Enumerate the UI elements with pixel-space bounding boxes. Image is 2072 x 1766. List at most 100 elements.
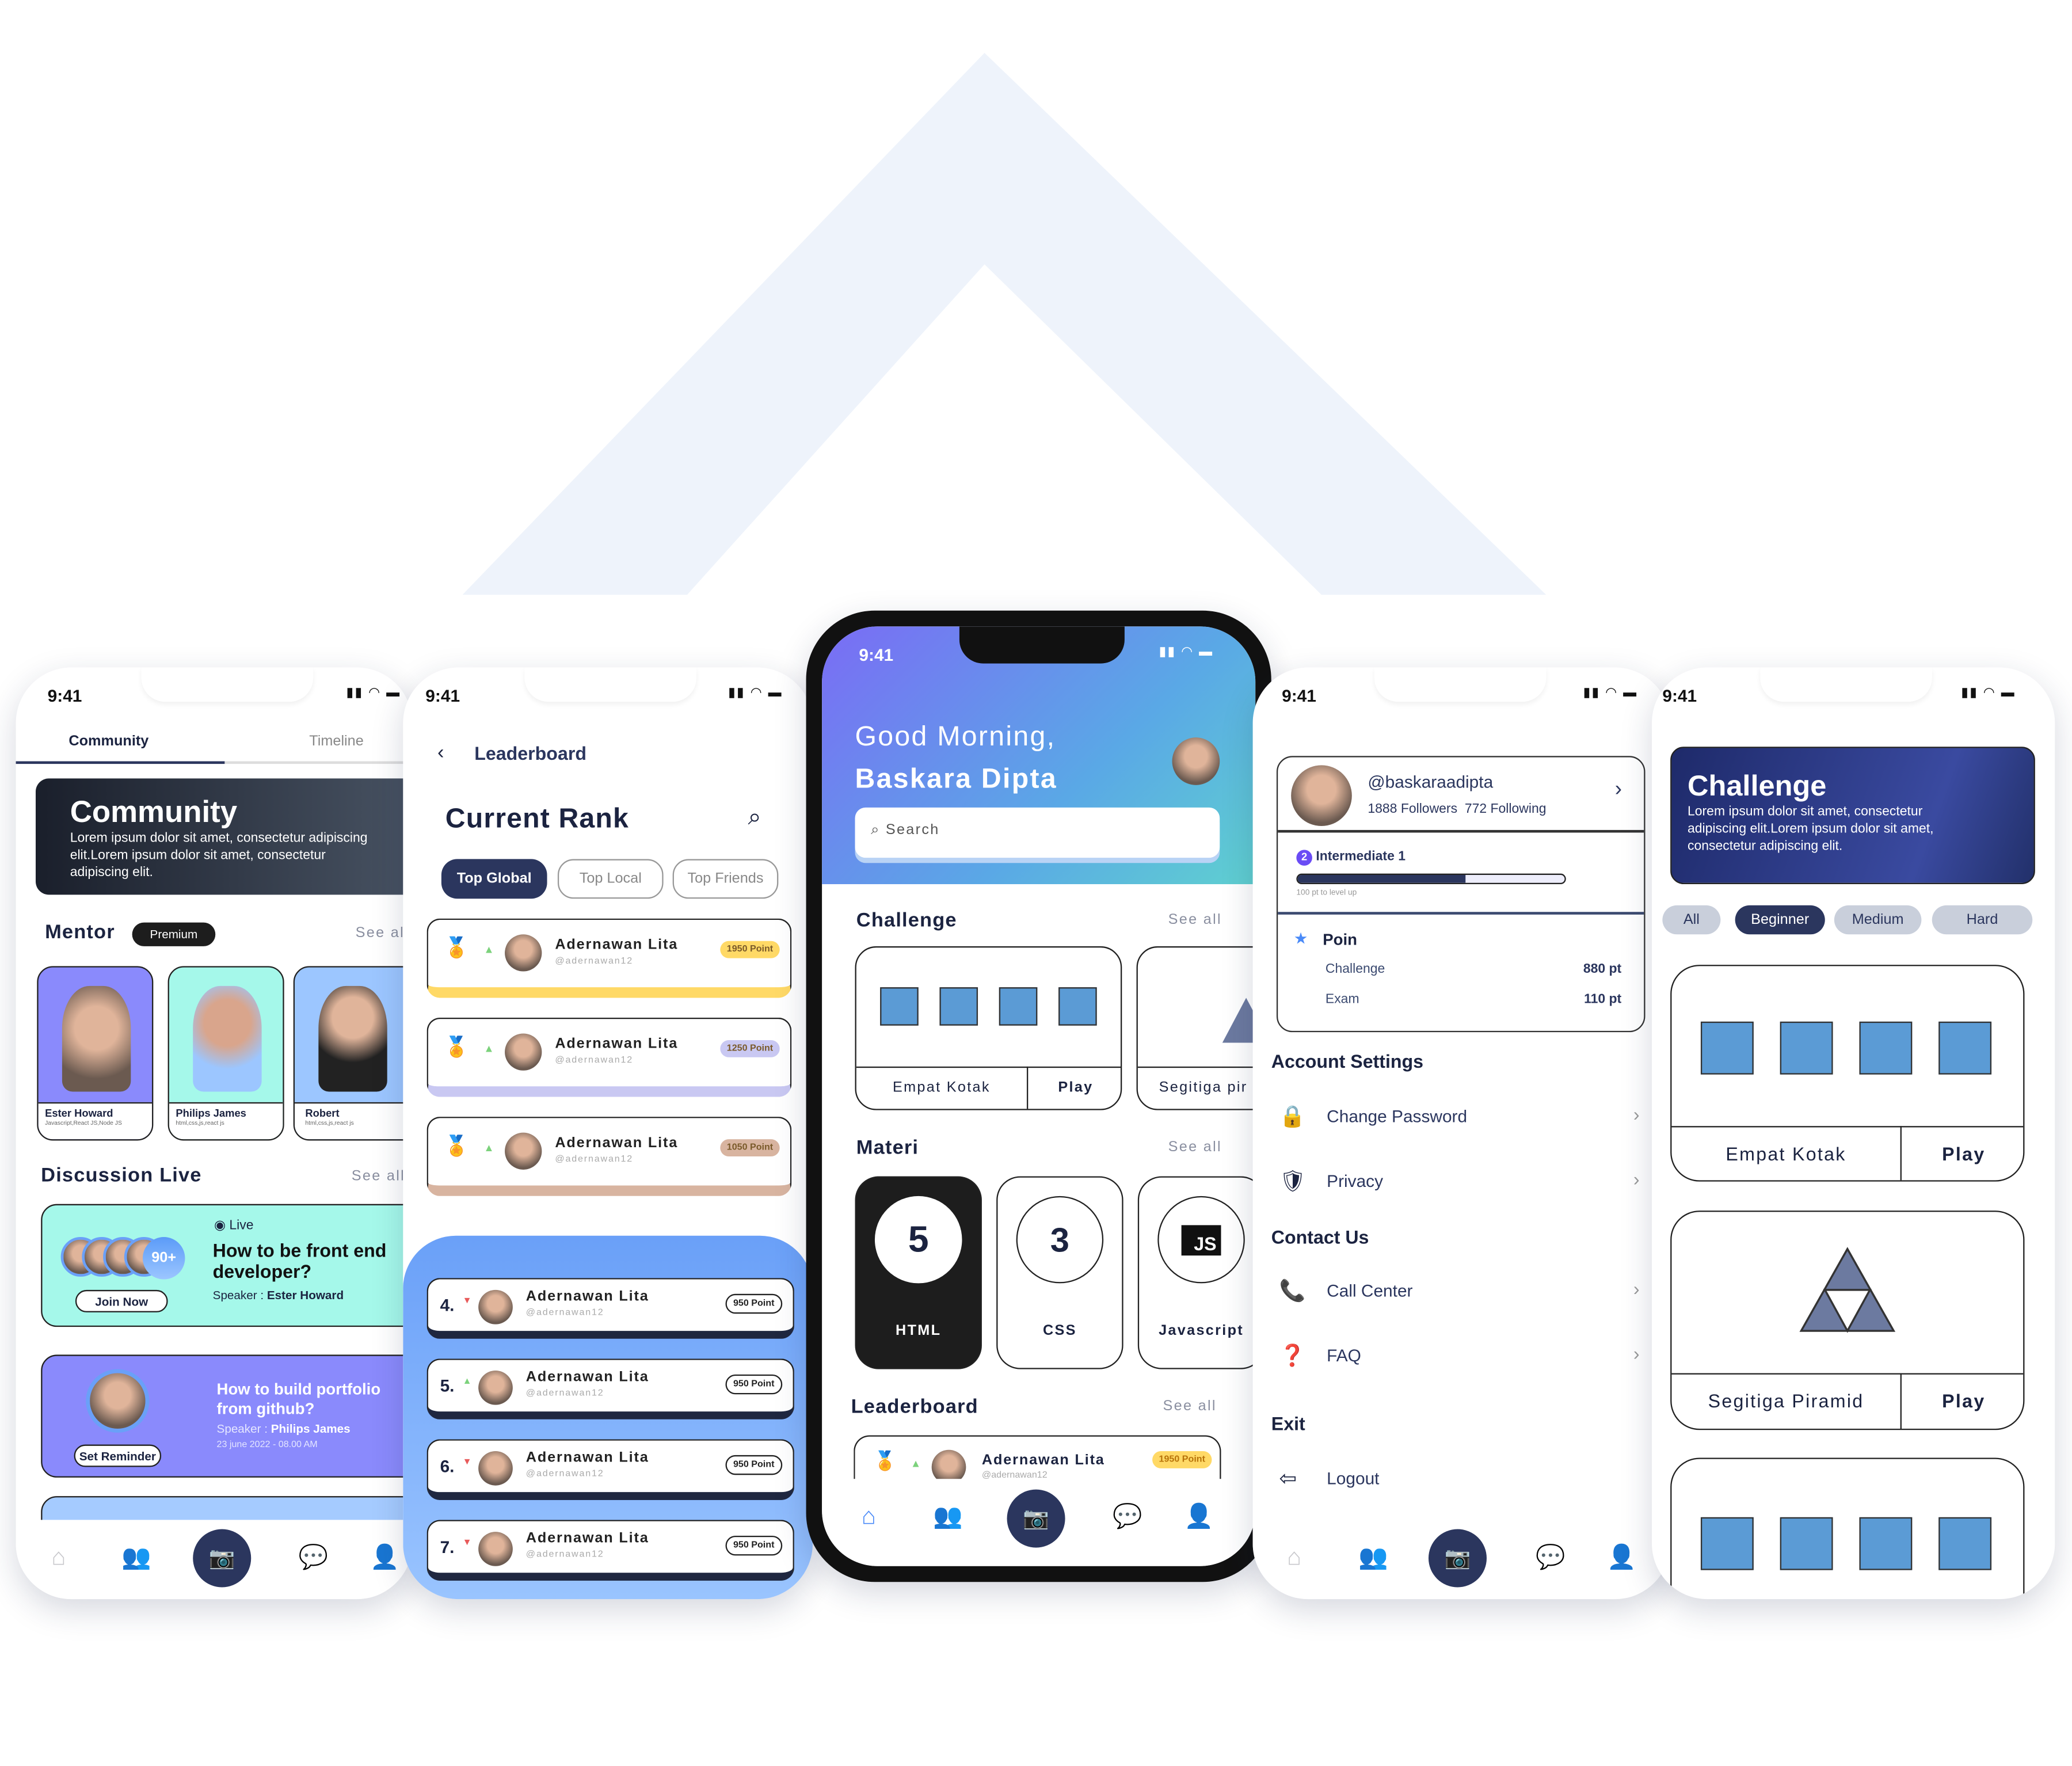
- player-name: Adernawan Lita: [555, 1036, 679, 1052]
- profile-icon[interactable]: 👤: [1607, 1544, 1636, 1571]
- leaderboard-row[interactable]: 🏅 ▲ Adernawan Lita @adernawan12 1050 Poi…: [426, 1117, 792, 1196]
- status-time: 9:41: [1282, 686, 1316, 706]
- live-discussion-card[interactable]: 90+ Join Now ◉ Live How to be front end …: [41, 1204, 413, 1327]
- call-center-item[interactable]: 📞 Call Center ›: [1279, 1278, 1650, 1304]
- mentor-skills: Javascript,React JS,Node JS: [45, 1119, 122, 1126]
- home-icon[interactable]: ⌂: [52, 1544, 66, 1571]
- play-button[interactable]: Play: [1028, 1066, 1121, 1109]
- four-squares-icon: [1700, 1517, 1992, 1570]
- avatar[interactable]: [1172, 737, 1220, 785]
- challenge-card[interactable]: Empat Kotak Play: [855, 946, 1122, 1110]
- points-badge: 950 Point: [725, 1293, 783, 1314]
- leaderboard-row[interactable]: 4. ▼ Adernawan Lita @adernawan12 950 Poi…: [426, 1278, 794, 1339]
- points-badge: 1050 Point: [720, 1139, 780, 1156]
- challenge-card[interactable]: Empat Kotak Play: [1670, 965, 2025, 1182]
- play-button[interactable]: Play: [1901, 1373, 2024, 1429]
- change-password-item[interactable]: 🔒 Change Password ›: [1279, 1103, 1650, 1130]
- filter-medium[interactable]: Medium: [1834, 905, 1922, 935]
- profile-card: @baskaraadipta 1888 Followers 772 Follow…: [1276, 756, 1646, 1033]
- leaderboard-see-all[interactable]: See all: [1163, 1398, 1216, 1414]
- challenge-see-all[interactable]: See all: [1168, 912, 1222, 928]
- leaderboard-row[interactable]: 6. ▼ Adernawan Lita @adernawan12 950 Poi…: [426, 1439, 794, 1500]
- chat-icon[interactable]: 💬: [299, 1544, 328, 1571]
- logout-item[interactable]: ⇦ Logout: [1279, 1466, 1650, 1492]
- profile-icon[interactable]: 👤: [370, 1544, 399, 1571]
- tab-top-local[interactable]: Top Local: [557, 859, 664, 899]
- filter-hard[interactable]: Hard: [1932, 905, 2033, 935]
- tab-community[interactable]: Community: [68, 733, 148, 749]
- back-icon[interactable]: ‹: [437, 741, 444, 764]
- speaker-name: Ester Howard: [266, 1288, 344, 1302]
- camera-button[interactable]: 📷: [193, 1529, 252, 1588]
- materi-see-all[interactable]: See all: [1168, 1139, 1222, 1155]
- challenge-card[interactable]: Segitiga Piramid Play: [1670, 1211, 2025, 1430]
- chevron-right-icon[interactable]: ›: [1615, 778, 1622, 802]
- challenge-card[interactable]: [1670, 1457, 2025, 1600]
- search-icon[interactable]: ⌕: [748, 804, 761, 831]
- challenge-name: Segitiga Piramid: [1671, 1373, 1902, 1429]
- level-label: Intermediate 1: [1316, 850, 1406, 865]
- chevron-right-icon: ›: [1633, 1168, 1640, 1190]
- join-now-button[interactable]: Join Now: [75, 1289, 168, 1312]
- player-name: Adernawan Lita: [525, 1530, 649, 1547]
- profile-icon[interactable]: 👤: [1184, 1503, 1213, 1531]
- chat-icon[interactable]: 💬: [1536, 1544, 1565, 1571]
- chat-icon[interactable]: 💬: [1113, 1503, 1142, 1531]
- user-name: Baskara Dipta: [855, 764, 1057, 794]
- upcoming-discussion-card[interactable]: Set Reminder How to build portfolio from…: [41, 1354, 413, 1478]
- community-icon[interactable]: 👥: [1358, 1544, 1388, 1571]
- challenge-card[interactable]: Segitiga pir: [1136, 946, 1256, 1110]
- discussion-see-all[interactable]: See all: [352, 1169, 405, 1185]
- player-name: Adernawan Lita: [555, 1135, 679, 1151]
- leader-name: Adernawan Lita: [981, 1452, 1105, 1468]
- camera-button[interactable]: 📷: [1007, 1489, 1065, 1548]
- privacy-item[interactable]: 🛡 Privacy ›: [1279, 1169, 1650, 1195]
- tab-top-friends[interactable]: Top Friends: [672, 859, 779, 899]
- points-badge: 950 Point: [725, 1374, 783, 1395]
- community-icon[interactable]: 👥: [933, 1503, 962, 1531]
- play-button[interactable]: Play: [1901, 1126, 2024, 1180]
- mentor-skills: html,css,js,react js: [305, 1119, 354, 1126]
- home-icon[interactable]: ⌂: [862, 1503, 876, 1531]
- community-icon[interactable]: 👥: [121, 1544, 151, 1571]
- discussion-title: Discussion Live: [41, 1164, 202, 1187]
- mentor-see-all[interactable]: See all: [356, 925, 409, 941]
- leaderboard-row[interactable]: 🏅 ▲ Adernawan Lita @adernawan12 1250 Poi…: [426, 1017, 792, 1097]
- rank-down-icon: ▼: [462, 1538, 472, 1548]
- mentor-card[interactable]: Philips James html,css,js,react js: [167, 966, 284, 1141]
- points-title: Poin: [1323, 930, 1357, 949]
- materi-card-html[interactable]: 5 HTML: [855, 1176, 982, 1369]
- points-badge: 1950 Point: [1152, 1451, 1212, 1468]
- mentor-card[interactable]: Robert html,css,js,react js: [293, 966, 413, 1141]
- player-handle: @adernawan12: [525, 1389, 604, 1399]
- rank-up-icon: ▲: [462, 1377, 472, 1387]
- set-reminder-button[interactable]: Set Reminder: [74, 1444, 162, 1467]
- leaderboard-row[interactable]: 🏅 ▲ Adernawan Lita @adernawan12 1950 Poi…: [426, 918, 792, 998]
- tab-timeline[interactable]: Timeline: [309, 733, 364, 749]
- medal-icon: 🏅: [444, 937, 469, 960]
- filter-beginner[interactable]: Beginner: [1735, 905, 1825, 935]
- leaderboard-row[interactable]: 5. ▲ Adernawan Lita @adernawan12 950 Poi…: [426, 1358, 794, 1419]
- signal-wifi-battery-icon: ▮▮ ◠ ▬: [346, 686, 401, 701]
- attendee-count: 90+: [142, 1237, 185, 1280]
- level-progress-bar: [1296, 873, 1566, 885]
- status-time: 9:41: [425, 686, 460, 706]
- home-icon[interactable]: ⌂: [1287, 1544, 1301, 1571]
- search-input[interactable]: ⌕ Search: [855, 807, 1220, 858]
- challenge-banner: Challenge Lorem ipsum dolor sit amet, co…: [1670, 747, 2035, 885]
- camera-button[interactable]: 📷: [1428, 1529, 1487, 1588]
- player-name: Adernawan Lita: [525, 1449, 649, 1466]
- leaderboard-row[interactable]: 7. ▼ Adernawan Lita @adernawan12 950 Poi…: [426, 1520, 794, 1581]
- points-badge: 1250 Point: [720, 1040, 780, 1057]
- tab-top-global[interactable]: Top Global: [441, 859, 547, 899]
- filter-all[interactable]: All: [1662, 905, 1721, 935]
- materi-card-js[interactable]: JS Javascript: [1137, 1176, 1256, 1369]
- player-handle: @adernawan12: [555, 957, 634, 966]
- rank-number: 7.: [440, 1537, 455, 1557]
- materi-card-css[interactable]: 3 CSS: [996, 1176, 1123, 1369]
- four-squares-icon: [880, 987, 1097, 1026]
- mentor-card[interactable]: Ester Howard Javascript,React JS,Node JS: [37, 966, 154, 1141]
- status-time: 9:41: [47, 686, 82, 706]
- faq-item[interactable]: ❓ FAQ ›: [1279, 1343, 1650, 1369]
- shield-icon: 🛡: [1279, 1171, 1307, 1194]
